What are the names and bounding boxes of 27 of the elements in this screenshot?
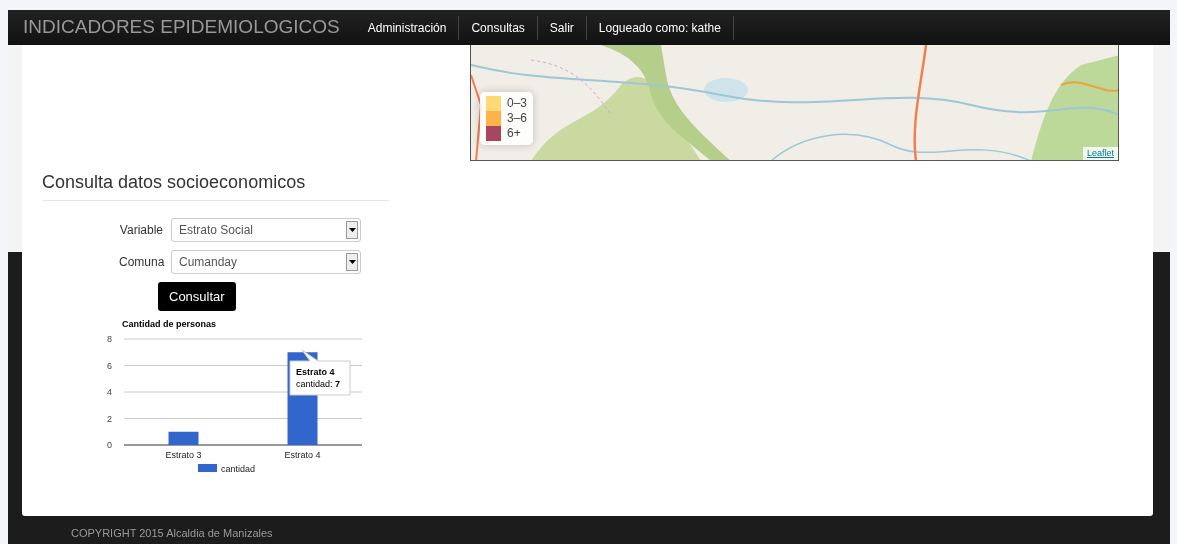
submit-button[interactable]: Consultar xyxy=(158,281,236,312)
field-label: Variable xyxy=(119,221,163,239)
axis-category-label: Estrato 3 xyxy=(165,450,202,461)
legend-label: 0–3 xyxy=(507,96,528,111)
axis-tick-label: 8 xyxy=(107,334,112,345)
axis-tick-label: 2 xyxy=(107,413,112,424)
footer-text: COPYRIGHT 2015 Alcaldia de Manizales xyxy=(70,526,274,541)
legend-label: 6+ xyxy=(507,126,521,141)
nav-link[interactable]: Salir xyxy=(537,15,587,40)
chart-tooltip: Estrato 4 cantidad: 7 xyxy=(289,349,351,396)
select-field[interactable]: Estrato Social xyxy=(171,217,361,242)
nav-link[interactable]: Administración xyxy=(355,15,460,40)
axis-tick-label: 4 xyxy=(107,387,112,398)
nav-link[interactable]: Consultas xyxy=(459,15,538,40)
axis-tick-label: 0 xyxy=(107,440,112,451)
axis-tick-label: 6 xyxy=(107,360,112,371)
section-title: Consulta datos socioeconomicos xyxy=(42,172,389,201)
brand-title: INDICADORES EPIDEMIOLOGICOS xyxy=(23,15,340,40)
select-field[interactable]: Cumanday xyxy=(171,249,361,274)
legend-label: cantidad xyxy=(221,464,256,475)
nav-link[interactable]: Logueado como: kathe xyxy=(586,15,734,40)
chart-title: Cantidad de personas xyxy=(122,319,217,330)
field-label: Comuna xyxy=(119,253,163,271)
bar xyxy=(168,431,199,446)
axis-category-label: Estrato 4 xyxy=(284,450,321,461)
legend-swatch xyxy=(198,464,217,473)
legend-label: 3–6 xyxy=(507,111,528,126)
